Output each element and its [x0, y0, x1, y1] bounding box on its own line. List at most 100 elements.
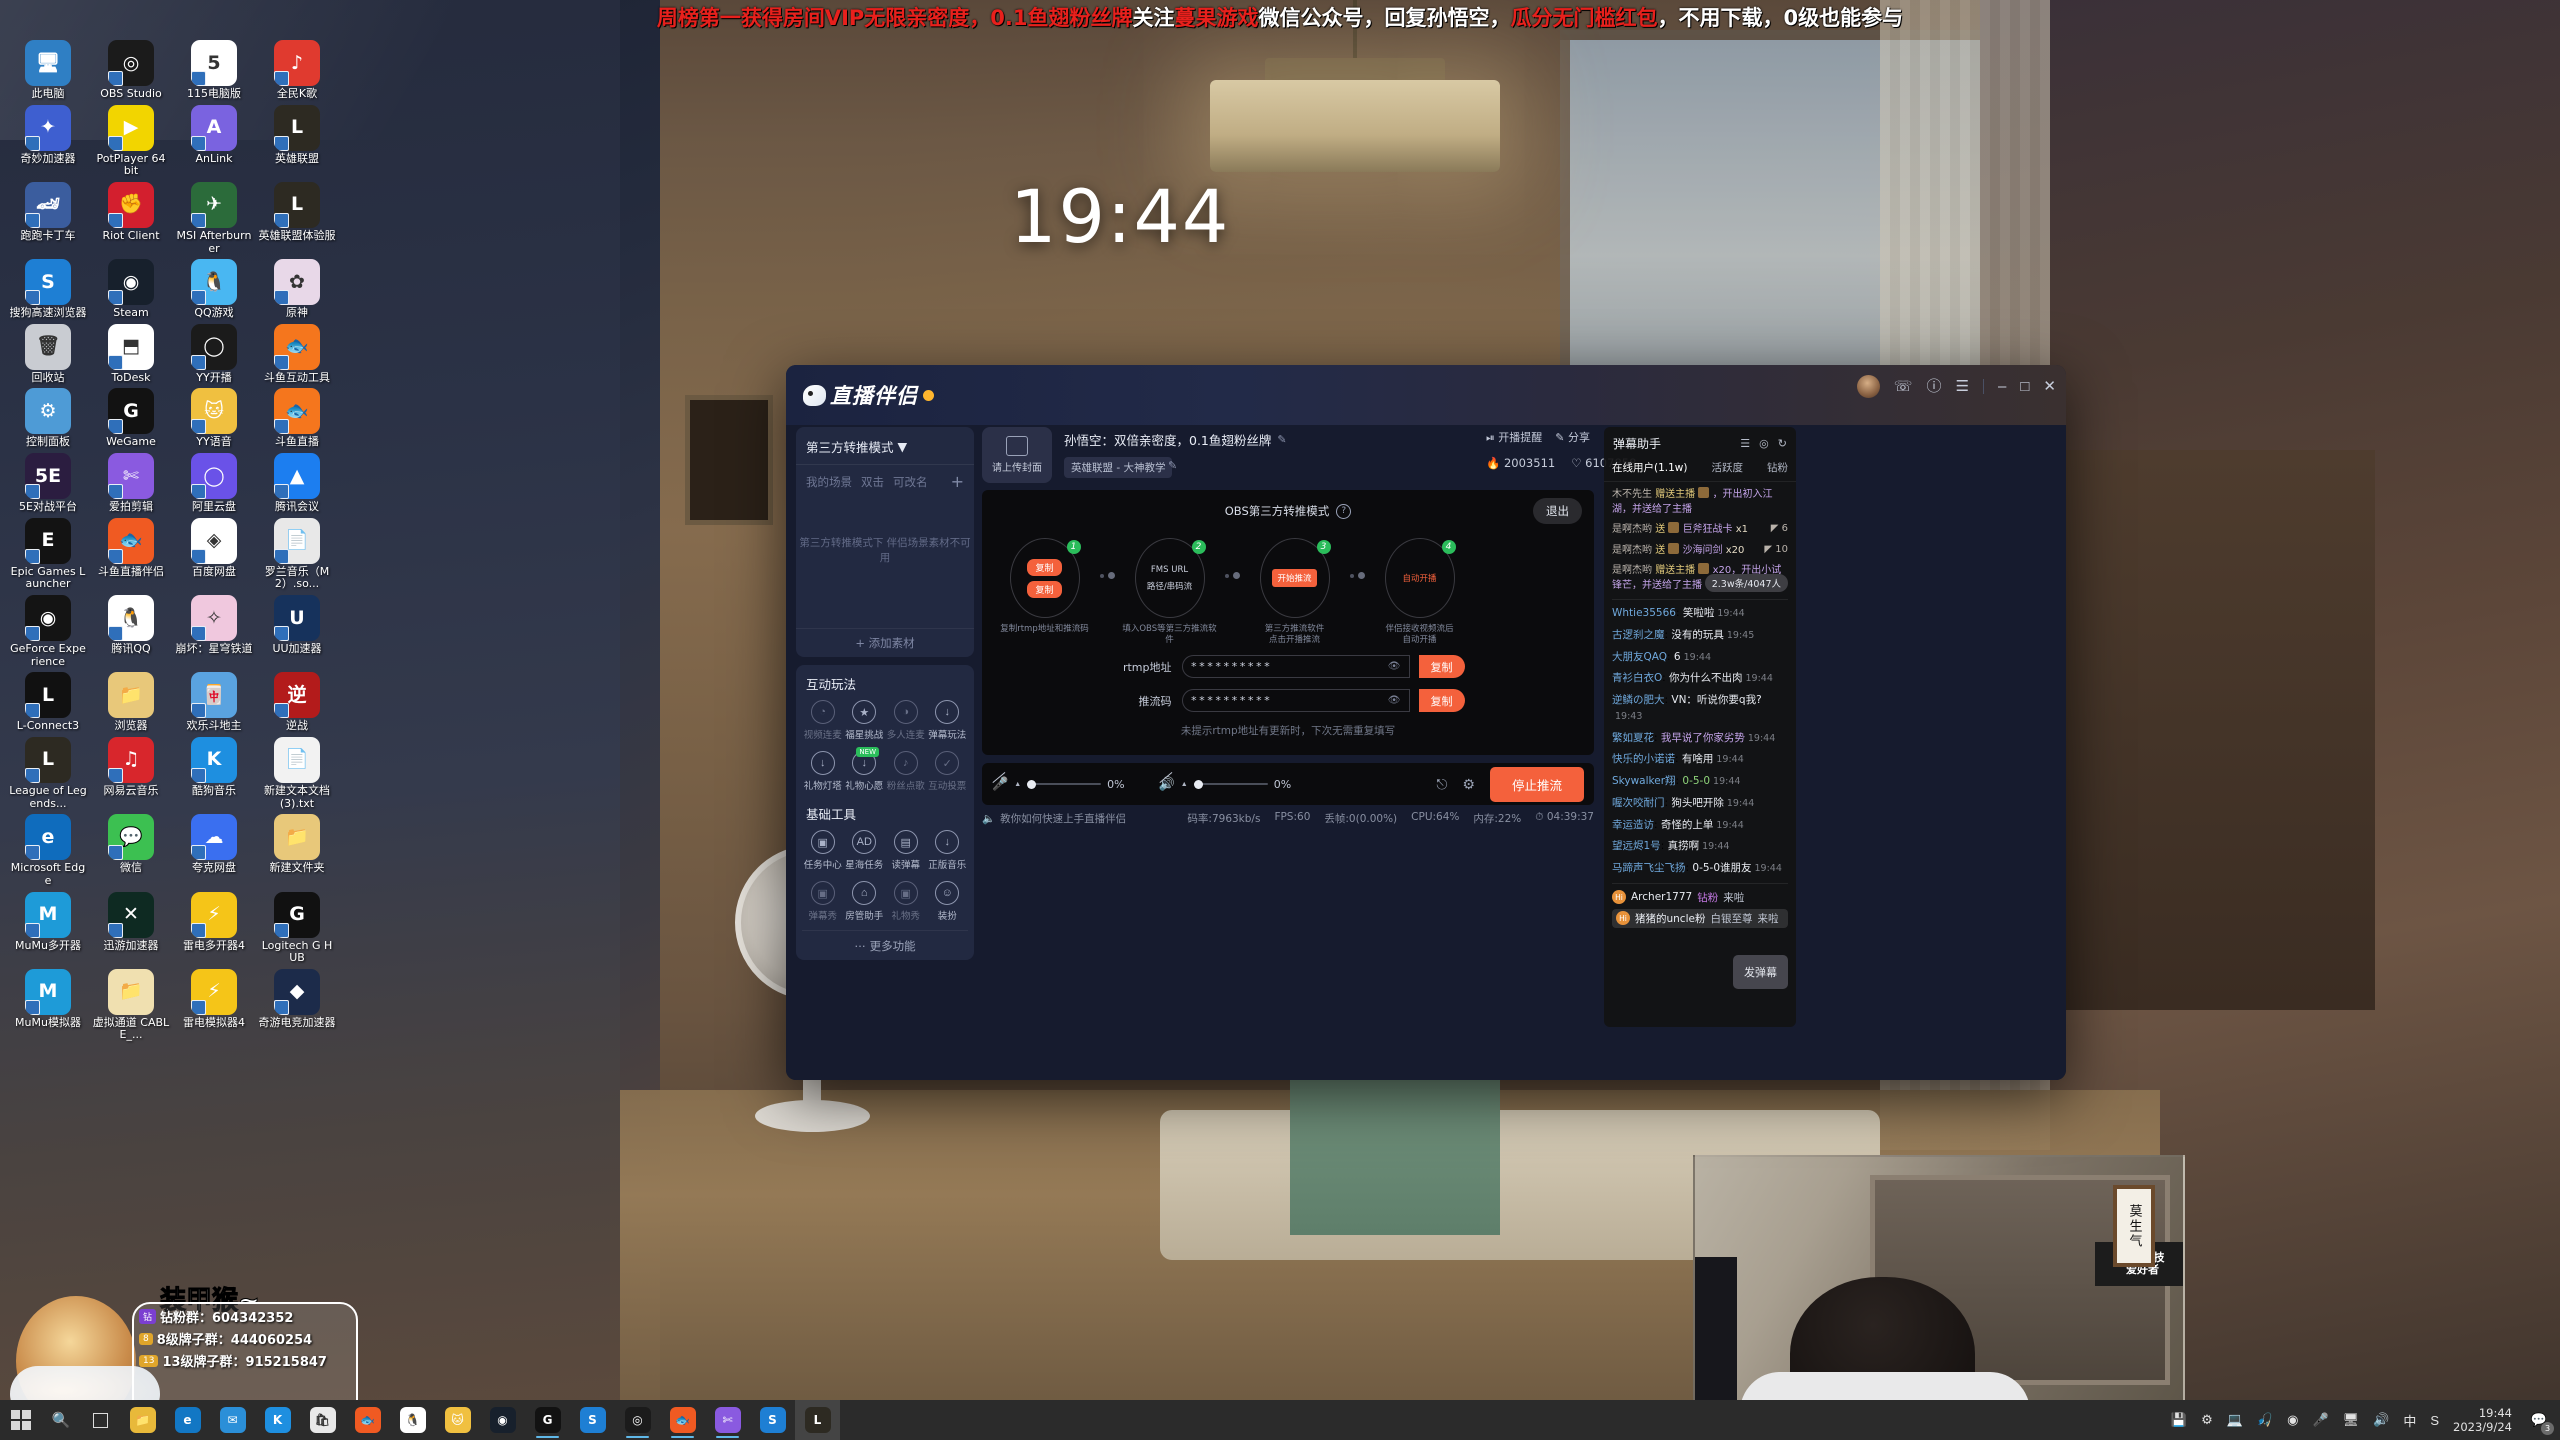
basic-tool-5[interactable]: ⌂ 房管助手 — [844, 881, 886, 922]
close-icon[interactable]: ✕ — [2043, 379, 2056, 394]
chat-username[interactable]: 幸运造访 — [1612, 819, 1654, 831]
desktop-icon-24[interactable]: 5E 5E对战平台 — [8, 453, 88, 514]
basic-tool-4[interactable]: ▣ 弹幕秀 — [802, 881, 844, 922]
chat-username[interactable]: 大朋友QAQ — [1612, 651, 1667, 663]
desktop-icon-42[interactable]: K 酷狗音乐 — [174, 736, 254, 810]
desktop-icon-10[interactable]: ✈ MSI Afterburner — [174, 181, 254, 255]
taskbar-item-12[interactable]: 🐟 — [660, 1400, 705, 1440]
status-tip[interactable]: 🔈 教你如何快速上手直播伴侣 — [982, 811, 1126, 826]
share-button[interactable]: ✎ 分享 — [1555, 429, 1590, 445]
taskbar-item-11[interactable]: ◎ — [615, 1400, 660, 1440]
taskbar-item-14[interactable]: S — [750, 1400, 795, 1440]
chat-username[interactable]: 快乐的小诺诺 — [1612, 753, 1675, 765]
chat-username[interactable]: 望远烬1号 — [1612, 840, 1661, 852]
desktop-icon-3[interactable]: ♪ 全民K歌 — [257, 40, 337, 101]
desktop-icon-22[interactable]: 🐱 YY语音 — [174, 388, 254, 449]
desktop-icon-40[interactable]: L League of Legends... — [8, 736, 88, 810]
taskbar-item-5[interactable]: 🐟 — [345, 1400, 390, 1440]
desktop-icon-25[interactable]: ✄ 爱拍剪辑 — [91, 453, 171, 514]
exit-button[interactable]: 退出 — [1533, 498, 1582, 524]
chat-username[interactable]: Skywalker翔 — [1612, 775, 1676, 787]
stream-category[interactable]: 英雄联盟 - 大神教学 — [1064, 457, 1173, 478]
desktop-icon-49[interactable]: ✕ 迅游加速器 — [91, 891, 171, 965]
desktop-icon-12[interactable]: S 搜狗高速浏览器 — [8, 259, 88, 320]
taskbar-clock[interactable]: 19:44 2023/9/24 — [2453, 1406, 2512, 1435]
sogou-input-icon[interactable]: S — [2430, 1413, 2439, 1428]
taskbar-item-6[interactable]: 🐧 — [390, 1400, 435, 1440]
desktop-icon-13[interactable]: ◉ Steam — [91, 259, 171, 320]
desktop-icon-37[interactable]: 📁 浏览器 — [91, 672, 171, 733]
desktop-icon-54[interactable]: ⚡ 雷电模拟器4 — [174, 968, 254, 1042]
interactive-tool-0[interactable]: ◔ 视频连麦 — [802, 700, 844, 741]
notification-center-icon[interactable]: 💬 3 — [2526, 1407, 2554, 1435]
interactive-tool-4[interactable]: ↓ 礼物灯塔 — [802, 751, 844, 792]
chat-username[interactable]: 马蹄声飞尘飞扬 — [1612, 862, 1686, 874]
desktop-icon-0[interactable]: 🖥 此电脑 — [8, 40, 88, 101]
desktop-icon-15[interactable]: ✿ 原神 — [257, 259, 337, 320]
basic-tool-3[interactable]: ↓ 正版音乐 — [927, 830, 969, 871]
interactive-tool-1[interactable]: ★ 福星挑战 — [844, 700, 886, 741]
basic-tool-7[interactable]: ☺ 装扮 — [927, 881, 969, 922]
chat-username[interactable]: 喔次咬耐门 — [1612, 797, 1665, 809]
basic-tool-6[interactable]: ▣ 礼物秀 — [885, 881, 927, 922]
interactive-tool-7[interactable]: ✓ 互动投票 — [927, 751, 969, 792]
chat-username[interactable]: 繁如夏花 — [1612, 732, 1654, 744]
desktop-icon-18[interactable]: ◯ YY开播 — [174, 323, 254, 385]
desktop-icon-52[interactable]: M MuMu模拟器 — [8, 968, 88, 1042]
interactive-tool-6[interactable]: ♪ 粉丝点歌 — [885, 751, 927, 792]
stream-reminder-button[interactable]: ⏯ 开播提醒 — [1486, 429, 1542, 445]
desktop-icon-11[interactable]: L 英雄联盟体验服 — [257, 181, 337, 255]
taskbar-item-0[interactable]: 📁 — [120, 1400, 165, 1440]
microphone-slider[interactable] — [1027, 779, 1102, 789]
desktop-icon-28[interactable]: E Epic Games Launcher — [8, 517, 88, 591]
desktop-icon-6[interactable]: A AnLink — [174, 104, 254, 178]
chat-username[interactable]: 古逻刹之魔 — [1612, 629, 1665, 641]
desktop-icon-9[interactable]: ✊ Riot Client — [91, 181, 171, 255]
desktop-icon-30[interactable]: ◈ 百度网盘 — [174, 517, 254, 591]
search-icon[interactable]: 🔍 — [42, 1411, 80, 1429]
desktop-icon-41[interactable]: ♫ 网易云音乐 — [91, 736, 171, 810]
stop-stream-button[interactable]: 停止推流 — [1489, 766, 1584, 802]
chevron-up-icon[interactable]: ▲ — [1181, 781, 1188, 788]
taskbar-item-13[interactable]: ✄ — [705, 1400, 750, 1440]
edit-category-icon[interactable]: ✎ — [1168, 459, 1177, 472]
desktop-icon-8[interactable]: 🏎 跑跑卡丁车 — [8, 181, 88, 255]
desktop-icon-14[interactable]: 🐧 QQ游戏 — [174, 259, 254, 320]
speaker-muted-icon[interactable]: 🔊 — [1159, 772, 1175, 792]
taskbar-item-15[interactable]: L — [795, 1400, 840, 1440]
nvidia-icon[interactable]: ⚙ — [2201, 1412, 2213, 1428]
refresh-icon[interactable]: ↻ — [1778, 437, 1787, 450]
copy-stream-key-button[interactable]: 复制 — [1418, 689, 1465, 712]
target-icon[interactable]: ◎ — [1759, 437, 1769, 450]
more-functions-button[interactable]: ⋯ 更多功能 — [802, 930, 968, 954]
taskbar-item-3[interactable]: K — [255, 1400, 300, 1440]
add-scene-icon[interactable]: + — [951, 472, 964, 491]
desktop-icon-17[interactable]: ⬒ ToDesk — [91, 323, 171, 385]
start-button[interactable] — [0, 1410, 42, 1430]
minimize-icon[interactable]: – — [1998, 379, 2006, 394]
add-material-button[interactable]: + 添加素材 — [796, 628, 974, 651]
desktop-icon-50[interactable]: ⚡ 雷电多开器4 — [174, 891, 254, 965]
settings-gear-icon[interactable]: ⚙ — [1462, 776, 1475, 793]
network-icon[interactable]: 🖥 — [2343, 1412, 2360, 1428]
chat-message-list[interactable]: 2.3w条/4047人 木不先生 赠送主播 ，开出初入江湖，并送给了主播 是啊杰哟… — [1604, 482, 1796, 992]
scene-mode-dropdown[interactable]: 第三方转推模式 ▼ — [796, 435, 974, 465]
desktop-icon-23[interactable]: 🐟 斗鱼直播 — [257, 388, 337, 449]
edit-title-icon[interactable]: ✎ — [1277, 433, 1286, 446]
mic-icon[interactable]: 🎤 — [2312, 1412, 2328, 1428]
avatar[interactable] — [1856, 375, 1880, 398]
chat-username[interactable]: 逆鳞の肥大 — [1612, 694, 1665, 706]
basic-tool-2[interactable]: ▤ 读弹幕 — [885, 830, 927, 871]
taskbar-item-2[interactable]: ✉ — [210, 1400, 255, 1440]
interactive-tool-3[interactable]: ↓ 弹幕玩法 — [927, 700, 969, 741]
eye-icon[interactable]: 👁 — [1388, 695, 1401, 706]
upload-cover-button[interactable]: 请上传封面 — [982, 427, 1052, 483]
desktop-icon-39[interactable]: 逆逆战 — [257, 672, 337, 733]
chat-username[interactable]: Whtie35566 — [1612, 607, 1676, 619]
desktop-icon-16[interactable]: 🗑 回收站 — [8, 323, 88, 385]
desktop-icon-38[interactable]: 🀄 欢乐斗地主 — [174, 672, 254, 733]
desktop-icon-45[interactable]: 💬 微信 — [91, 814, 171, 887]
taskbar-item-1[interactable]: e — [165, 1400, 210, 1440]
scene-row[interactable]: 我的场景 双击 可改名 + — [796, 465, 974, 498]
desktop-icon-7[interactable]: L 英雄联盟 — [257, 104, 337, 178]
